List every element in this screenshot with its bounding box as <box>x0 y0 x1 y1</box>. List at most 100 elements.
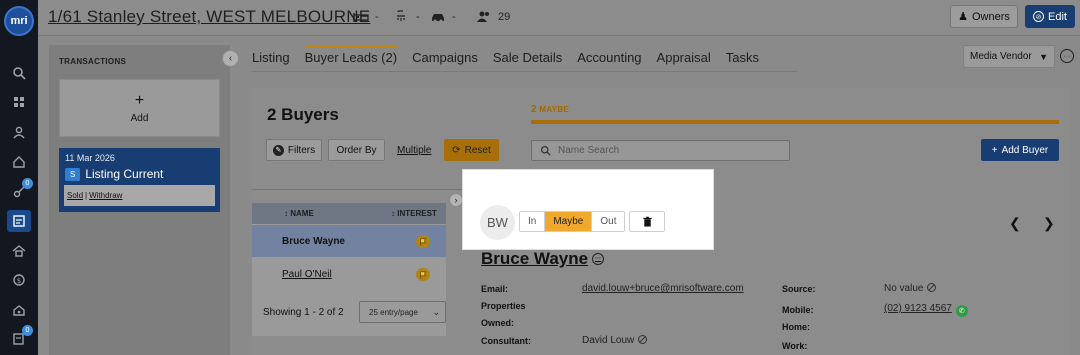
filters-button[interactable]: ✎ Filters <box>266 139 322 161</box>
notification-badge: 0 <box>22 325 33 336</box>
delete-buyer-button[interactable] <box>629 211 665 232</box>
dashboard-icon[interactable] <box>9 93 29 111</box>
home-label: Home: <box>782 322 811 332</box>
add-transaction-button[interactable]: + Add <box>59 79 220 137</box>
name-search-input[interactable]: Name Search <box>531 140 790 161</box>
buyer-detail-name[interactable]: Bruce Wayne ··· <box>481 249 605 269</box>
filters-label: Filters <box>287 144 316 156</box>
reset-icon: ⟳ <box>452 144 461 156</box>
filter-icon: ✎ <box>272 144 284 156</box>
contacts-count: 29 <box>476 10 510 24</box>
flag-icon <box>416 235 430 248</box>
media-vendor-select[interactable]: Media Vendor ▼ <box>963 45 1055 68</box>
interest-maybe-option[interactable]: Maybe <box>544 212 593 231</box>
link-separator: | <box>85 191 88 200</box>
phone-icon[interactable]: ✆ <box>955 305 968 317</box>
per-page-select[interactable]: 25 entry/page ⌄ <box>359 301 446 323</box>
bathrooms-value: - <box>416 11 420 23</box>
tab-bar: Listing Buyer Leads (2) Campaigns Sale D… <box>252 46 797 72</box>
transactions-title: TRANSACTIONS <box>59 57 127 66</box>
edit-button[interactable]: ⊘ Edit <box>1025 5 1075 28</box>
add-buyer-label: Add Buyer <box>1001 144 1049 156</box>
col-interest-header[interactable]: ↕ INTEREST <box>391 209 437 218</box>
property-icon[interactable] <box>9 242 29 260</box>
sold-link[interactable]: Sold <box>67 191 83 200</box>
owned-label: Owned: <box>481 318 514 328</box>
expand-table-button[interactable]: › <box>449 193 463 207</box>
interest-toggle: In Maybe Out <box>519 211 626 232</box>
order-by-button[interactable]: Order By <box>328 139 385 161</box>
more-options-icon[interactable]: ··· <box>1060 49 1074 63</box>
tab-buyer-leads[interactable]: Buyer Leads (2) <box>304 46 398 71</box>
mobile-value[interactable]: (02) 9123 4567 ✆ <box>884 303 968 317</box>
interest-in-option[interactable]: In <box>520 212 545 231</box>
search-placeholder: Name Search <box>558 145 620 156</box>
tab-campaigns[interactable]: Campaigns <box>412 46 478 71</box>
multiple-link[interactable]: Multiple <box>397 145 431 156</box>
owner-icon: ♟ <box>958 11 968 23</box>
contacts-count-value: 29 <box>498 11 511 23</box>
owners-button[interactable]: ♟ Owners <box>950 5 1018 28</box>
notification-badge: 0 <box>22 178 33 189</box>
tab-listing[interactable]: Listing <box>252 46 290 71</box>
mri-logo[interactable]: mri <box>4 6 34 36</box>
interest-out-option[interactable]: Out <box>592 212 625 231</box>
property-header: 1/61 Stanley Street, WEST MELBOURNE - - … <box>38 0 1080 36</box>
status-text: Listing Current <box>85 167 164 181</box>
media-vendor-value: Media Vendor <box>970 51 1032 62</box>
withdraw-link[interactable]: Withdraw <box>89 191 122 200</box>
transaction-status: S Listing Current <box>65 167 163 181</box>
reset-button[interactable]: ⟳ Reset <box>444 139 499 161</box>
bedrooms-feature: - <box>353 10 379 24</box>
edit-label: Edit <box>1048 10 1067 23</box>
previous-buyer-icon[interactable]: ❮ <box>1009 215 1021 232</box>
tab-appraisal[interactable]: Appraisal <box>657 46 711 71</box>
bedrooms-value: - <box>375 11 379 23</box>
transaction-card[interactable]: 11 Mar 2026 S Listing Current Sold | Wit… <box>59 148 220 212</box>
contacts-icon[interactable] <box>9 123 29 141</box>
tab-sale-details[interactable]: Sale Details <box>493 46 562 71</box>
add-label: Add <box>130 112 149 124</box>
search-icon[interactable] <box>9 64 29 82</box>
people-icon <box>477 11 489 22</box>
carspaces-value: - <box>452 11 456 23</box>
tab-tasks[interactable]: Tasks <box>726 46 759 71</box>
maybe-count: 2 <box>531 104 537 115</box>
property-address[interactable]: 1/61 Stanley Street, WEST MELBOURNE <box>48 7 370 27</box>
mobile-label: Mobile: <box>782 305 814 315</box>
shower-icon <box>397 10 405 21</box>
flag-icon <box>416 268 430 281</box>
keys-icon[interactable]: 0 <box>9 178 33 201</box>
col-name-header[interactable]: ↕ NAME <box>284 209 314 218</box>
tab-accounting[interactable]: Accounting <box>577 46 641 71</box>
interest-popover: BW In Maybe Out <box>463 170 713 249</box>
reports-icon[interactable]: 0 <box>9 325 33 348</box>
source-value: No value <box>884 283 937 294</box>
maybe-progress-bar <box>531 120 1059 124</box>
home-icon[interactable] <box>9 153 29 171</box>
listings-icon[interactable] <box>7 210 31 232</box>
email-value[interactable]: david.louw+bruce@mrisoftware.com <box>582 283 744 294</box>
table-row[interactable]: Bruce Wayne <box>252 225 446 257</box>
more-options-icon[interactable]: ··· <box>592 253 605 265</box>
left-nav-rail: mri 0 $ 0 <box>0 0 38 355</box>
order-by-label: Order By <box>336 144 377 156</box>
next-buyer-icon[interactable]: ❯ <box>1043 215 1055 232</box>
plus-icon: + <box>134 91 145 109</box>
maybe-label: MAYBE <box>539 105 570 114</box>
table-row[interactable]: Paul O'Neil <box>252 258 446 290</box>
bathrooms-feature: - <box>394 10 420 24</box>
transaction-actions: Sold | Withdraw <box>64 185 215 206</box>
transaction-date: 11 Mar 2026 <box>65 153 115 163</box>
buyer-name: Bruce Wayne <box>282 236 345 247</box>
add-buyer-button[interactable]: + Add Buyer <box>981 139 1059 161</box>
consultant-value: David Louw <box>582 335 648 346</box>
no-value-icon <box>638 335 648 344</box>
maybe-summary[interactable]: 2 MAYBE <box>531 104 569 115</box>
sale-badge: S <box>65 167 81 181</box>
collapse-panel-button[interactable]: ‹ <box>222 50 239 67</box>
chevron-down-icon: ▼ <box>1039 51 1048 62</box>
finance-icon[interactable]: $ <box>9 271 29 289</box>
rental-icon[interactable] <box>9 301 29 319</box>
bed-icon <box>353 13 369 22</box>
